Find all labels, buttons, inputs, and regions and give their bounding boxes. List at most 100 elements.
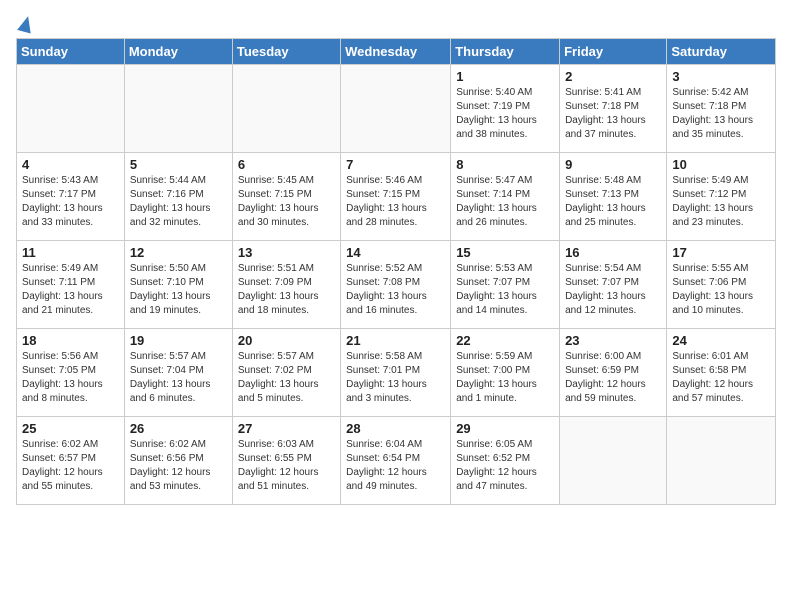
day-info: Sunrise: 5:49 AMSunset: 7:11 PMDaylight:… bbox=[22, 262, 119, 318]
calendar-week-row: 1 Sunrise: 5:40 AMSunset: 7:19 PMDaylight… bbox=[17, 65, 776, 153]
day-number: 21 bbox=[346, 333, 445, 348]
calendar-day-cell bbox=[124, 65, 232, 153]
calendar-day-cell bbox=[667, 417, 776, 505]
day-info: Sunrise: 5:59 AMSunset: 7:00 PMDaylight:… bbox=[456, 350, 554, 406]
day-info: Sunrise: 5:55 AMSunset: 7:06 PMDaylight:… bbox=[672, 262, 770, 318]
calendar-day-cell: 5 Sunrise: 5:44 AMSunset: 7:16 PMDaylight… bbox=[124, 153, 232, 241]
day-info: Sunrise: 6:03 AMSunset: 6:55 PMDaylight:… bbox=[238, 438, 335, 494]
day-info: Sunrise: 6:05 AMSunset: 6:52 PMDaylight:… bbox=[456, 438, 554, 494]
day-info: Sunrise: 5:48 AMSunset: 7:13 PMDaylight:… bbox=[565, 174, 661, 230]
calendar-day-cell: 18 Sunrise: 5:56 AMSunset: 7:05 PMDayligh… bbox=[17, 329, 125, 417]
day-number: 11 bbox=[22, 245, 119, 260]
day-info: Sunrise: 5:56 AMSunset: 7:05 PMDaylight:… bbox=[22, 350, 119, 406]
day-info: Sunrise: 5:42 AMSunset: 7:18 PMDaylight:… bbox=[672, 86, 770, 142]
day-number: 29 bbox=[456, 421, 554, 436]
day-number: 19 bbox=[130, 333, 227, 348]
day-info: Sunrise: 5:52 AMSunset: 7:08 PMDaylight:… bbox=[346, 262, 445, 318]
weekday-header: Monday bbox=[124, 39, 232, 65]
day-info: Sunrise: 5:40 AMSunset: 7:19 PMDaylight:… bbox=[456, 86, 554, 142]
logo bbox=[16, 16, 33, 30]
day-number: 7 bbox=[346, 157, 445, 172]
day-info: Sunrise: 5:51 AMSunset: 7:09 PMDaylight:… bbox=[238, 262, 335, 318]
calendar-day-cell: 29 Sunrise: 6:05 AMSunset: 6:52 PMDayligh… bbox=[451, 417, 560, 505]
day-info: Sunrise: 5:44 AMSunset: 7:16 PMDaylight:… bbox=[130, 174, 227, 230]
day-info: Sunrise: 5:43 AMSunset: 7:17 PMDaylight:… bbox=[22, 174, 119, 230]
calendar-day-cell: 21 Sunrise: 5:58 AMSunset: 7:01 PMDayligh… bbox=[341, 329, 451, 417]
day-number: 28 bbox=[346, 421, 445, 436]
calendar-day-cell: 16 Sunrise: 5:54 AMSunset: 7:07 PMDayligh… bbox=[560, 241, 667, 329]
calendar-day-cell: 10 Sunrise: 5:49 AMSunset: 7:12 PMDayligh… bbox=[667, 153, 776, 241]
day-number: 1 bbox=[456, 69, 554, 84]
calendar-day-cell: 15 Sunrise: 5:53 AMSunset: 7:07 PMDayligh… bbox=[451, 241, 560, 329]
day-number: 18 bbox=[22, 333, 119, 348]
day-number: 8 bbox=[456, 157, 554, 172]
calendar-day-cell: 28Sunrise: 6:04 AMSunset: 6:54 PMDayligh… bbox=[341, 417, 451, 505]
day-info: Sunrise: 5:49 AMSunset: 7:12 PMDaylight:… bbox=[672, 174, 770, 230]
day-info: Sunrise: 5:57 AMSunset: 7:02 PMDaylight:… bbox=[238, 350, 335, 406]
calendar-day-cell: 14 Sunrise: 5:52 AMSunset: 7:08 PMDayligh… bbox=[341, 241, 451, 329]
calendar-week-row: 4 Sunrise: 5:43 AMSunset: 7:17 PMDaylight… bbox=[17, 153, 776, 241]
day-info: Sunrise: 5:58 AMSunset: 7:01 PMDaylight:… bbox=[346, 350, 445, 406]
calendar-week-row: 18 Sunrise: 5:56 AMSunset: 7:05 PMDayligh… bbox=[17, 329, 776, 417]
weekday-header: Thursday bbox=[451, 39, 560, 65]
day-number: 13 bbox=[238, 245, 335, 260]
day-info: Sunrise: 5:45 AMSunset: 7:15 PMDaylight:… bbox=[238, 174, 335, 230]
day-number: 14 bbox=[346, 245, 445, 260]
calendar-day-cell bbox=[341, 65, 451, 153]
calendar-week-row: 25 Sunrise: 6:02 AMSunset: 6:57 PMDayligh… bbox=[17, 417, 776, 505]
calendar-day-cell: 17 Sunrise: 5:55 AMSunset: 7:06 PMDayligh… bbox=[667, 241, 776, 329]
calendar-day-cell: 27Sunrise: 6:03 AMSunset: 6:55 PMDayligh… bbox=[232, 417, 340, 505]
calendar-day-cell: 4 Sunrise: 5:43 AMSunset: 7:17 PMDaylight… bbox=[17, 153, 125, 241]
day-info: Sunrise: 6:02 AMSunset: 6:57 PMDaylight:… bbox=[22, 438, 119, 494]
day-number: 16 bbox=[565, 245, 661, 260]
day-number: 24 bbox=[672, 333, 770, 348]
calendar-day-cell: 3 Sunrise: 5:42 AMSunset: 7:18 PMDaylight… bbox=[667, 65, 776, 153]
day-info: Sunrise: 6:01 AMSunset: 6:58 PMDaylight:… bbox=[672, 350, 770, 406]
calendar-day-cell: 8Sunrise: 5:47 AMSunset: 7:14 PMDaylight… bbox=[451, 153, 560, 241]
calendar-day-cell: 25 Sunrise: 6:02 AMSunset: 6:57 PMDayligh… bbox=[17, 417, 125, 505]
calendar-day-cell: 23 Sunrise: 6:00 AMSunset: 6:59 PMDayligh… bbox=[560, 329, 667, 417]
calendar-day-cell: 12Sunrise: 5:50 AMSunset: 7:10 PMDayligh… bbox=[124, 241, 232, 329]
weekday-header: Friday bbox=[560, 39, 667, 65]
calendar-day-cell: 6 Sunrise: 5:45 AMSunset: 7:15 PMDaylight… bbox=[232, 153, 340, 241]
calendar-day-cell: 9 Sunrise: 5:48 AMSunset: 7:13 PMDaylight… bbox=[560, 153, 667, 241]
day-info: Sunrise: 5:54 AMSunset: 7:07 PMDaylight:… bbox=[565, 262, 661, 318]
day-number: 23 bbox=[565, 333, 661, 348]
day-info: Sunrise: 5:46 AMSunset: 7:15 PMDaylight:… bbox=[346, 174, 445, 230]
weekday-header: Tuesday bbox=[232, 39, 340, 65]
day-info: Sunrise: 5:41 AMSunset: 7:18 PMDaylight:… bbox=[565, 86, 661, 142]
weekday-header: Sunday bbox=[17, 39, 125, 65]
calendar-table: SundayMondayTuesdayWednesdayThursdayFrid… bbox=[16, 38, 776, 505]
calendar-day-cell bbox=[232, 65, 340, 153]
day-number: 15 bbox=[456, 245, 554, 260]
day-number: 22 bbox=[456, 333, 554, 348]
day-number: 26 bbox=[130, 421, 227, 436]
calendar-day-cell: 19Sunrise: 5:57 AMSunset: 7:04 PMDayligh… bbox=[124, 329, 232, 417]
calendar-day-cell: 11 Sunrise: 5:49 AMSunset: 7:11 PMDayligh… bbox=[17, 241, 125, 329]
calendar-day-cell: 7 Sunrise: 5:46 AMSunset: 7:15 PMDaylight… bbox=[341, 153, 451, 241]
logo-triangle-icon bbox=[17, 14, 35, 33]
weekday-header: Saturday bbox=[667, 39, 776, 65]
calendar-day-cell: 20Sunrise: 5:57 AMSunset: 7:02 PMDayligh… bbox=[232, 329, 340, 417]
calendar-day-cell bbox=[560, 417, 667, 505]
day-number: 4 bbox=[22, 157, 119, 172]
day-number: 3 bbox=[672, 69, 770, 84]
day-number: 6 bbox=[238, 157, 335, 172]
day-number: 9 bbox=[565, 157, 661, 172]
page-header bbox=[16, 16, 776, 30]
day-number: 2 bbox=[565, 69, 661, 84]
day-number: 17 bbox=[672, 245, 770, 260]
calendar-header-row: SundayMondayTuesdayWednesdayThursdayFrid… bbox=[17, 39, 776, 65]
calendar-day-cell: 1 Sunrise: 5:40 AMSunset: 7:19 PMDaylight… bbox=[451, 65, 560, 153]
day-info: Sunrise: 5:53 AMSunset: 7:07 PMDaylight:… bbox=[456, 262, 554, 318]
day-info: Sunrise: 6:00 AMSunset: 6:59 PMDaylight:… bbox=[565, 350, 661, 406]
day-number: 25 bbox=[22, 421, 119, 436]
calendar-day-cell: 24 Sunrise: 6:01 AMSunset: 6:58 PMDayligh… bbox=[667, 329, 776, 417]
day-number: 12 bbox=[130, 245, 227, 260]
day-number: 5 bbox=[130, 157, 227, 172]
calendar-week-row: 11 Sunrise: 5:49 AMSunset: 7:11 PMDayligh… bbox=[17, 241, 776, 329]
calendar-day-cell bbox=[17, 65, 125, 153]
weekday-header: Wednesday bbox=[341, 39, 451, 65]
calendar-day-cell: 22 Sunrise: 5:59 AMSunset: 7:00 PMDayligh… bbox=[451, 329, 560, 417]
day-number: 10 bbox=[672, 157, 770, 172]
